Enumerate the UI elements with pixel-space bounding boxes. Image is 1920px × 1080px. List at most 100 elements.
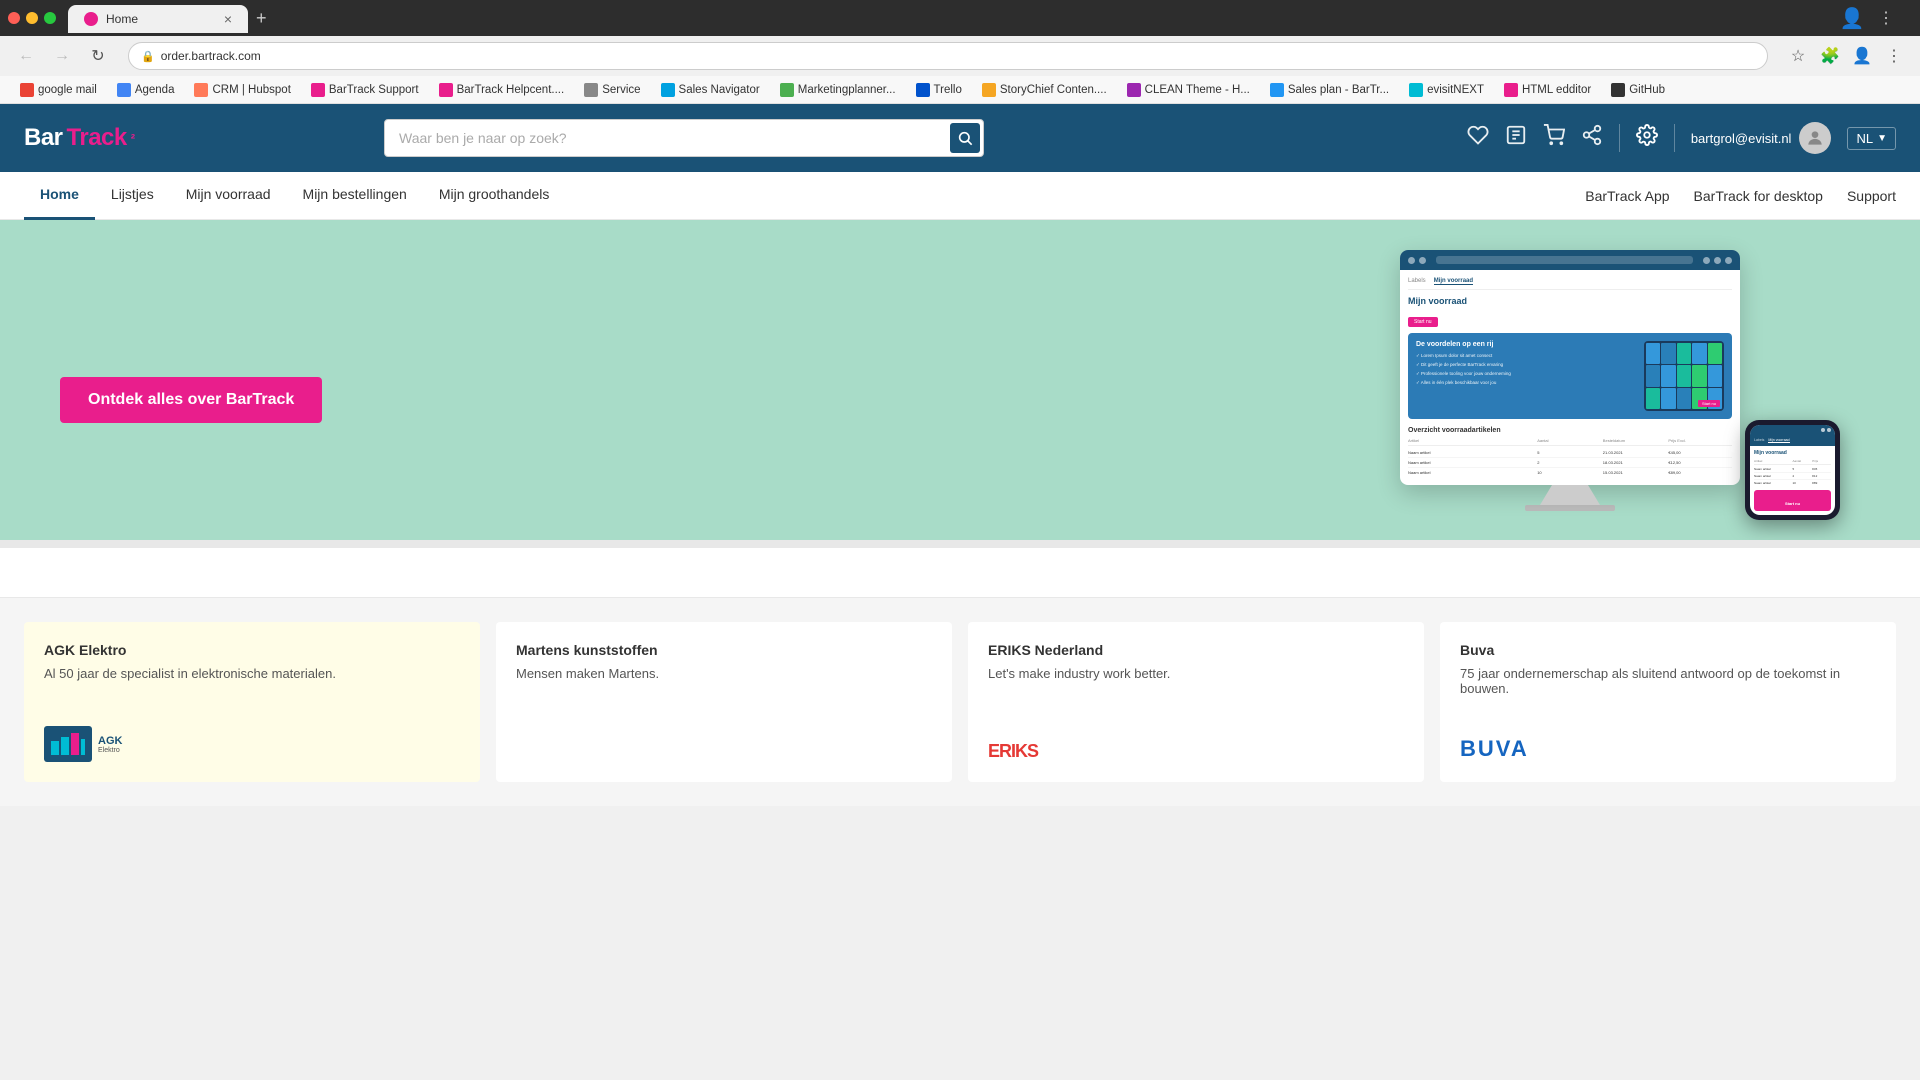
- tab-close-button[interactable]: ×: [224, 11, 232, 27]
- wholesaler-card-buva: Buva 75 jaar ondernemerschap als sluiten…: [1440, 622, 1896, 782]
- banner-strip: [0, 548, 1920, 598]
- user-profile-button[interactable]: 👤: [1838, 4, 1866, 32]
- hero-content: Ontdek alles over BarTrack: [60, 337, 1050, 423]
- favorites-button[interactable]: [1467, 124, 1489, 152]
- agenda-icon: [117, 83, 131, 97]
- bookmark-service[interactable]: Service: [576, 81, 648, 99]
- bookmark-sales-plan[interactable]: Sales plan - BarTr...: [1262, 81, 1397, 99]
- browser-controls-bar: ← → ↻ 🔒 order.bartrack.com ☆ 🧩 👤 ⋮: [0, 36, 1920, 76]
- hero-section: Ontdek alles over BarTrack Labels Mijn v…: [0, 220, 1920, 540]
- bookmark-label: evisitNEXT: [1427, 84, 1484, 96]
- bookmarks-bar: google mail Agenda CRM | Hubspot BarTrac…: [0, 76, 1920, 104]
- bookmark-agenda[interactable]: Agenda: [109, 81, 183, 99]
- back-button[interactable]: ←: [12, 42, 40, 70]
- bookmark-storychief[interactable]: StoryChief Conten....: [974, 81, 1115, 99]
- discover-button[interactable]: Ontdek alles over BarTrack: [60, 377, 322, 423]
- bookmark-label: Trello: [934, 84, 962, 96]
- header-divider-2: [1674, 124, 1675, 152]
- share-button[interactable]: [1581, 124, 1603, 152]
- bookmark-evisit[interactable]: evisitNEXT: [1401, 81, 1492, 99]
- browser-tab-home[interactable]: Home ×: [68, 5, 248, 33]
- nav-voorraad[interactable]: Mijn voorraad: [170, 172, 287, 220]
- nav-left: Home Lijstjes Mijn voorraad Mijn bestell…: [24, 172, 565, 220]
- nav-bartrack-app[interactable]: BarTrack App: [1585, 188, 1669, 204]
- wholesaler-name-agk: AGK Elektro: [44, 642, 460, 658]
- wholesalers-section: AGK Elektro Al 50 jaar de specialist in …: [0, 598, 1920, 806]
- bookmark-marketing[interactable]: Marketingplanner...: [772, 81, 904, 99]
- github-icon: [1611, 83, 1625, 97]
- bookmark-label: BarTrack Helpcent....: [457, 84, 565, 96]
- minimize-window-button[interactable]: [26, 12, 38, 24]
- bookmark-trello[interactable]: Trello: [908, 81, 970, 99]
- browser-title-bar: Home × + 👤 ⋮: [0, 0, 1920, 36]
- search-button[interactable]: [950, 123, 980, 153]
- evisit-icon: [1409, 83, 1423, 97]
- browser-chrome: Home × + 👤 ⋮ ← → ↻ 🔒 order.bartrack.com …: [0, 0, 1920, 104]
- wholesaler-name-buva: Buva: [1460, 642, 1876, 658]
- bookmark-clean-theme[interactable]: CLEAN Theme - H...: [1119, 81, 1258, 99]
- cart-button[interactable]: [1543, 124, 1565, 152]
- clean-theme-icon: [1127, 83, 1141, 97]
- nav-home[interactable]: Home: [24, 172, 95, 220]
- nav-support[interactable]: Support: [1847, 188, 1896, 204]
- bookmark-label: CRM | Hubspot: [212, 84, 290, 96]
- app-header: BarTrack²: [0, 104, 1920, 172]
- bookmark-sales-navigator[interactable]: Sales Navigator: [653, 81, 768, 99]
- wholesaler-card-martens: Martens kunststoffen Mensen maken Marten…: [496, 622, 952, 782]
- gmail-icon: [20, 83, 34, 97]
- search-input[interactable]: [384, 119, 984, 157]
- bookmark-gmail[interactable]: google mail: [12, 81, 105, 99]
- address-bar[interactable]: 🔒 order.bartrack.com: [128, 42, 1768, 70]
- wholesaler-name-martens: Martens kunststoffen: [516, 642, 932, 658]
- bookmark-label: GitHub: [1629, 84, 1665, 96]
- tab-favicon: [84, 12, 98, 26]
- extensions-button[interactable]: 🧩: [1816, 42, 1844, 70]
- header-search-container: [384, 119, 984, 157]
- wholesaler-tagline-eriks: Let's make industry work better.: [988, 666, 1404, 681]
- bartrack-logo[interactable]: BarTrack²: [24, 124, 135, 152]
- notes-button[interactable]: [1505, 124, 1527, 152]
- bookmark-star-button[interactable]: ☆: [1784, 42, 1812, 70]
- bookmark-label: BarTrack Support: [329, 84, 419, 96]
- header-icon-group: bartgrol@evisit.nl NL ▼: [1467, 122, 1896, 154]
- forward-button[interactable]: →: [48, 42, 76, 70]
- bookmark-html-editor[interactable]: HTML edditor: [1496, 81, 1599, 99]
- html-editor-icon: [1504, 83, 1518, 97]
- wholesaler-tagline-buva: 75 jaar ondernemerschap als sluitend ant…: [1460, 666, 1876, 696]
- wholesalers-grid: AGK Elektro Al 50 jaar de specialist in …: [24, 622, 1896, 782]
- chevron-down-icon: ▼: [1877, 133, 1887, 144]
- settings-button[interactable]: [1636, 124, 1658, 152]
- new-tab-button[interactable]: +: [248, 4, 275, 33]
- bookmark-bartrack-help[interactable]: BarTrack Helpcent....: [431, 81, 573, 99]
- nav-bartrack-desktop[interactable]: BarTrack for desktop: [1694, 188, 1823, 204]
- hero-phone-mockup: Labels Mijn voorraad Mijn voorraad Artik…: [1745, 420, 1840, 520]
- wholesaler-name-eriks: ERIKS Nederland: [988, 642, 1404, 658]
- profile-button[interactable]: 👤: [1848, 42, 1876, 70]
- nav-groothandels[interactable]: Mijn groothandels: [423, 172, 566, 220]
- wholesaler-logo-eriks: ERIKS: [988, 697, 1404, 762]
- language-selector[interactable]: NL ▼: [1847, 127, 1896, 150]
- language-label: NL: [1856, 131, 1873, 146]
- bookmark-label: HTML edditor: [1522, 84, 1591, 96]
- sales-plan-icon: [1270, 83, 1284, 97]
- nav-lijstjes[interactable]: Lijstjes: [95, 172, 170, 220]
- wholesaler-logo-buva: BUVA: [1460, 712, 1876, 762]
- user-avatar[interactable]: [1799, 122, 1831, 154]
- wholesaler-card-agk: AGK Elektro Al 50 jaar de specialist in …: [24, 622, 480, 782]
- bookmark-hubspot[interactable]: CRM | Hubspot: [186, 81, 298, 99]
- browser-menu-button[interactable]: ⋮: [1872, 4, 1900, 32]
- bookmark-bartrack-support[interactable]: BarTrack Support: [303, 81, 427, 99]
- close-window-button[interactable]: [8, 12, 20, 24]
- user-email: bartgrol@evisit.nl: [1691, 131, 1792, 146]
- wholesaler-tagline-agk: Al 50 jaar de specialist in elektronisch…: [44, 666, 460, 681]
- tab-label: Home: [106, 12, 138, 26]
- refresh-button[interactable]: ↻: [84, 42, 112, 70]
- maximize-window-button[interactable]: [44, 12, 56, 24]
- nav-bestellingen[interactable]: Mijn bestellingen: [287, 172, 423, 220]
- lock-icon: 🔒: [141, 50, 155, 63]
- bookmark-label: Sales Navigator: [679, 84, 760, 96]
- browser-overflow-button[interactable]: ⋮: [1880, 42, 1908, 70]
- hubspot-icon: [194, 83, 208, 97]
- wholesaler-card-eriks: ERIKS Nederland Let's make industry work…: [968, 622, 1424, 782]
- bookmark-github[interactable]: GitHub: [1603, 81, 1673, 99]
